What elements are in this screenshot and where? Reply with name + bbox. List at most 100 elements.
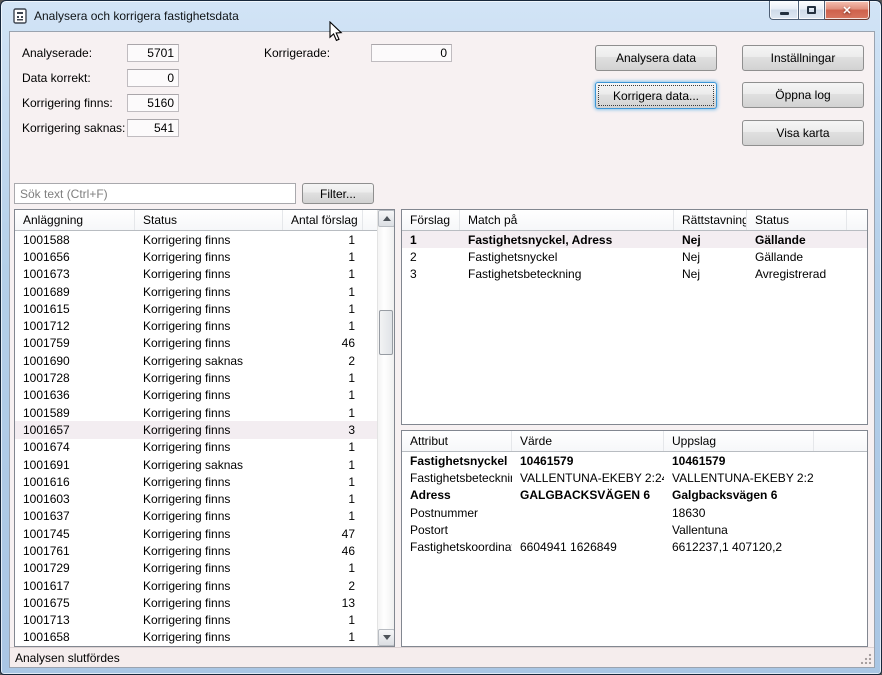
table-row[interactable]: AdressGALGBACKSVÄGEN 6Galgbacksvägen 6 — [402, 487, 867, 504]
column-header-filler — [814, 431, 867, 451]
maximize-button[interactable] — [798, 1, 825, 20]
table-row[interactable]: FastighetsbeteckningVALLENTUNA-EKEBY 2:2… — [402, 469, 867, 486]
show-map-button[interactable]: Visa karta — [742, 120, 864, 146]
cell-status: Korrigering finns — [135, 250, 283, 264]
column-header-status[interactable]: Status — [747, 210, 847, 230]
column-header-forslag[interactable]: Förslag — [402, 210, 460, 230]
cell-antal-forslag: 1 — [283, 458, 363, 472]
table-row[interactable]: 1001673Korrigering finns1 — [15, 266, 377, 283]
cell-status: Korrigering finns — [135, 336, 283, 350]
cell-anlaggning: 1001689 — [15, 285, 135, 299]
table-row[interactable]: 1001617Korrigering finns2 — [15, 577, 377, 594]
minimize-button[interactable] — [769, 1, 798, 20]
table-row[interactable]: 2FastighetsnyckelNejGällande — [402, 248, 867, 265]
cell-status: Korrigering finns — [135, 579, 283, 593]
scroll-up-button[interactable] — [378, 210, 395, 227]
scroll-down-button[interactable] — [378, 629, 395, 646]
table-row[interactable]: 1001657Korrigering finns3 — [15, 421, 377, 438]
cell-antal-forslag: 46 — [283, 336, 363, 350]
table-row[interactable]: 1001689Korrigering finns1 — [15, 283, 377, 300]
table-row[interactable]: PostortVallentuna — [402, 521, 867, 538]
column-header-status[interactable]: Status — [135, 210, 283, 230]
column-header-varde[interactable]: Värde — [512, 431, 664, 451]
table-row[interactable]: 1001690Korrigering saknas2 — [15, 352, 377, 369]
table-row[interactable]: 1001712Korrigering finns1 — [15, 317, 377, 334]
table-row[interactable]: 1001615Korrigering finns1 — [15, 300, 377, 317]
scroll-down-icon — [383, 635, 391, 640]
cell-anlaggning: 1001637 — [15, 509, 135, 523]
column-header-antal-forslag[interactable]: Antal förslag — [283, 210, 363, 230]
table-row[interactable]: 1001656Korrigering finns1 — [15, 248, 377, 265]
cell-anlaggning: 1001616 — [15, 475, 135, 489]
table-row[interactable]: 3FastighetsbeteckningNejAvregistrerad — [402, 266, 867, 283]
table-row[interactable]: 1001728Korrigering finns1 — [15, 369, 377, 386]
table-row[interactable]: 1001761Korrigering finns46 — [15, 542, 377, 559]
search-input[interactable] — [14, 183, 296, 204]
column-header-rattstavning[interactable]: Rättstavning — [674, 210, 747, 230]
facilities-scrollbar[interactable] — [377, 210, 394, 646]
cell-anlaggning: 1001656 — [15, 250, 135, 264]
label-analyserade: Analyserade: — [22, 46, 92, 60]
table-row[interactable]: 1001637Korrigering finns1 — [15, 508, 377, 525]
value-korrigering-saknas: 541 — [127, 119, 179, 137]
table-row[interactable]: 1001675Korrigering finns13 — [15, 594, 377, 611]
cell-anlaggning: 1001713 — [15, 613, 135, 627]
value-analyserade: 5701 — [127, 44, 179, 62]
correct-data-button[interactable]: Korrigera data... — [595, 82, 717, 109]
cell-antal-forslag: 1 — [283, 475, 363, 489]
table-row[interactable]: 1001759Korrigering finns46 — [15, 335, 377, 352]
cell-antal-forslag: 2 — [283, 354, 363, 368]
cell-status: Korrigering finns — [135, 319, 283, 333]
titlebar[interactable]: Analysera och korrigera fastighetsdata ✕ — [1, 1, 881, 31]
table-row[interactable]: Fastighetsnyckel1046157910461579 — [402, 452, 867, 469]
attributes-table-header: Attribut Värde Uppslag — [402, 431, 867, 452]
table-row[interactable]: 1Fastighetsnyckel, AdressNejGällande — [402, 231, 867, 248]
cell-anlaggning: 1001712 — [15, 319, 135, 333]
value-korrigerade: 0 — [371, 44, 452, 62]
cell-antal-forslag: 1 — [283, 492, 363, 506]
scrollbar-thumb[interactable] — [379, 310, 393, 355]
settings-button[interactable]: Inställningar — [742, 45, 864, 71]
table-row[interactable]: 1001745Korrigering finns47 — [15, 525, 377, 542]
window-title: Analysera och korrigera fastighetsdata — [34, 9, 239, 23]
cell-status: Korrigering finns — [135, 561, 283, 575]
table-row[interactable]: Fastighetskoordinat6604941 1626849661223… — [402, 538, 867, 555]
cell-antal-forslag: 46 — [283, 544, 363, 558]
table-row[interactable]: 1001729Korrigering finns1 — [15, 560, 377, 577]
cell-rattstavning: Nej — [674, 233, 747, 247]
analyze-data-button[interactable]: Analysera data — [595, 45, 717, 71]
column-header-anlaggning[interactable]: Anläggning — [15, 210, 135, 230]
table-row[interactable]: 1001616Korrigering finns1 — [15, 473, 377, 490]
facilities-table-body: 1001588Korrigering finns11001656Korriger… — [15, 231, 377, 646]
filter-button[interactable]: Filter... — [302, 183, 374, 204]
resize-grip-icon[interactable] — [861, 653, 872, 664]
table-row[interactable]: 1001713Korrigering finns1 — [15, 612, 377, 629]
cell-status: Korrigering finns — [135, 423, 283, 437]
cell-antal-forslag: 1 — [283, 440, 363, 454]
open-log-button[interactable]: Öppna log — [742, 82, 864, 108]
column-header-attribut[interactable]: Attribut — [402, 431, 512, 451]
cell-match-pa: Fastighetsnyckel — [460, 250, 674, 264]
table-row[interactable]: 1001636Korrigering finns1 — [15, 387, 377, 404]
cell-anlaggning: 1001636 — [15, 388, 135, 402]
cell-varde: VALLENTUNA-EKEBY 2:241 — [512, 471, 664, 485]
column-header-uppslag[interactable]: Uppslag — [664, 431, 814, 451]
table-row[interactable]: 1001691Korrigering saknas1 — [15, 456, 377, 473]
table-row[interactable]: 1001588Korrigering finns1 — [15, 231, 377, 248]
table-row[interactable]: 1001674Korrigering finns1 — [15, 439, 377, 456]
cell-antal-forslag: 1 — [283, 250, 363, 264]
cell-status: Avregistrerad — [747, 267, 847, 281]
cell-anlaggning: 1001615 — [15, 302, 135, 316]
close-button[interactable]: ✕ — [825, 1, 870, 20]
cell-antal-forslag: 1 — [283, 630, 363, 644]
cell-antal-forslag: 1 — [283, 302, 363, 316]
column-header-match-pa[interactable]: Match på — [460, 210, 674, 230]
table-row[interactable]: Postnummer18630 — [402, 504, 867, 521]
table-row[interactable]: 1001603Korrigering finns1 — [15, 490, 377, 507]
cell-uppslag: Vallentuna — [664, 523, 814, 537]
suggestions-table-body: 1Fastighetsnyckel, AdressNejGällande2Fas… — [402, 231, 867, 424]
cell-anlaggning: 1001729 — [15, 561, 135, 575]
table-row[interactable]: 1001658Korrigering finns1 — [15, 629, 377, 646]
label-korrigering-finns: Korrigering finns: — [22, 96, 113, 110]
table-row[interactable]: 1001589Korrigering finns1 — [15, 404, 377, 421]
